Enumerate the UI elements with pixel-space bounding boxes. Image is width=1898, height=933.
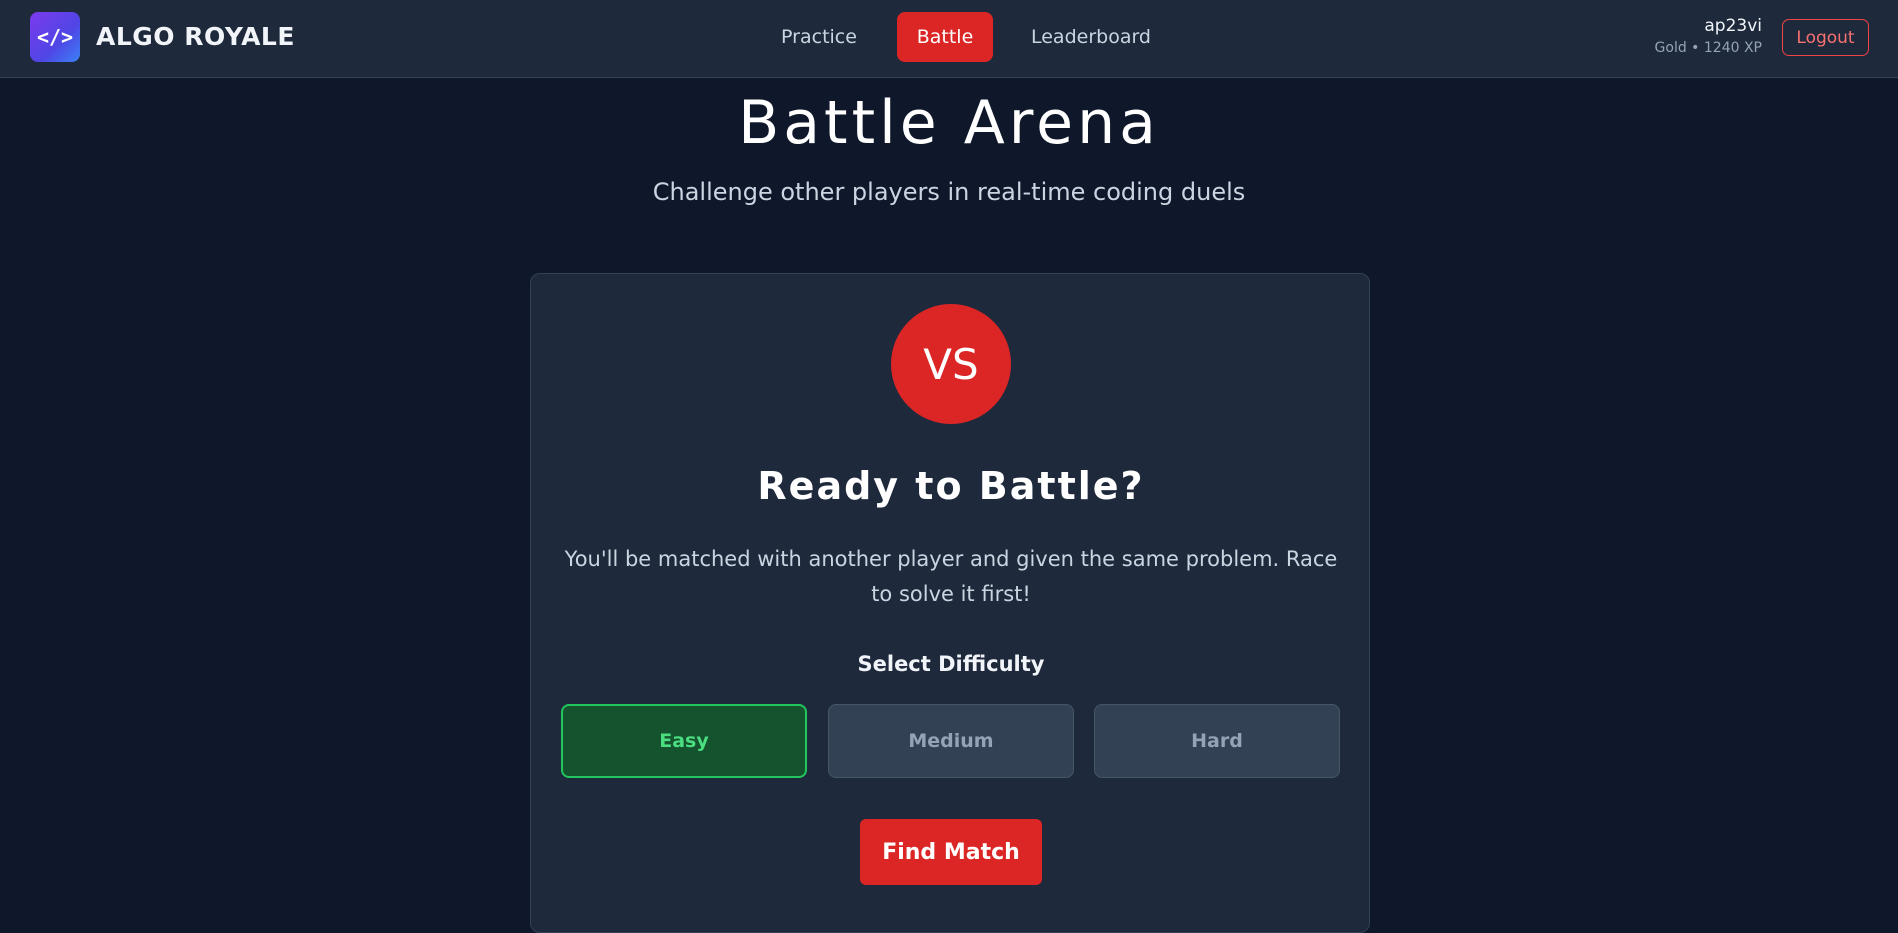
difficulty-label: Select Difficulty: [857, 652, 1045, 676]
username: ap23vi: [1704, 16, 1762, 36]
find-match-button[interactable]: Find Match: [860, 819, 1042, 885]
card-heading: Ready to Battle?: [757, 464, 1145, 508]
difficulty-hard-button[interactable]: Hard: [1094, 704, 1340, 778]
vs-badge: VS: [891, 304, 1011, 424]
user-rank-xp: Gold • 1240 XP: [1654, 40, 1762, 56]
difficulty-medium-button[interactable]: Medium: [828, 704, 1074, 778]
logout-button[interactable]: Logout: [1782, 19, 1869, 56]
battle-card: VS Ready to Battle? You'll be matched wi…: [530, 273, 1370, 933]
code-icon[interactable]: </>: [30, 12, 80, 62]
nav-leaderboard[interactable]: Leaderboard: [1022, 12, 1160, 62]
brand-name[interactable]: ALGO ROYALE: [96, 22, 295, 51]
difficulty-easy-button[interactable]: Easy: [561, 704, 807, 778]
top-navbar: </> ALGO ROYALE Practice Battle Leaderbo…: [0, 0, 1898, 78]
nav-battle[interactable]: Battle: [897, 12, 993, 62]
page-subtitle: Challenge other players in real-time cod…: [652, 178, 1246, 206]
page-title: Battle Arena: [738, 88, 1160, 158]
nav-practice[interactable]: Practice: [768, 12, 870, 62]
card-description: You'll be matched with another player an…: [564, 547, 1338, 606]
